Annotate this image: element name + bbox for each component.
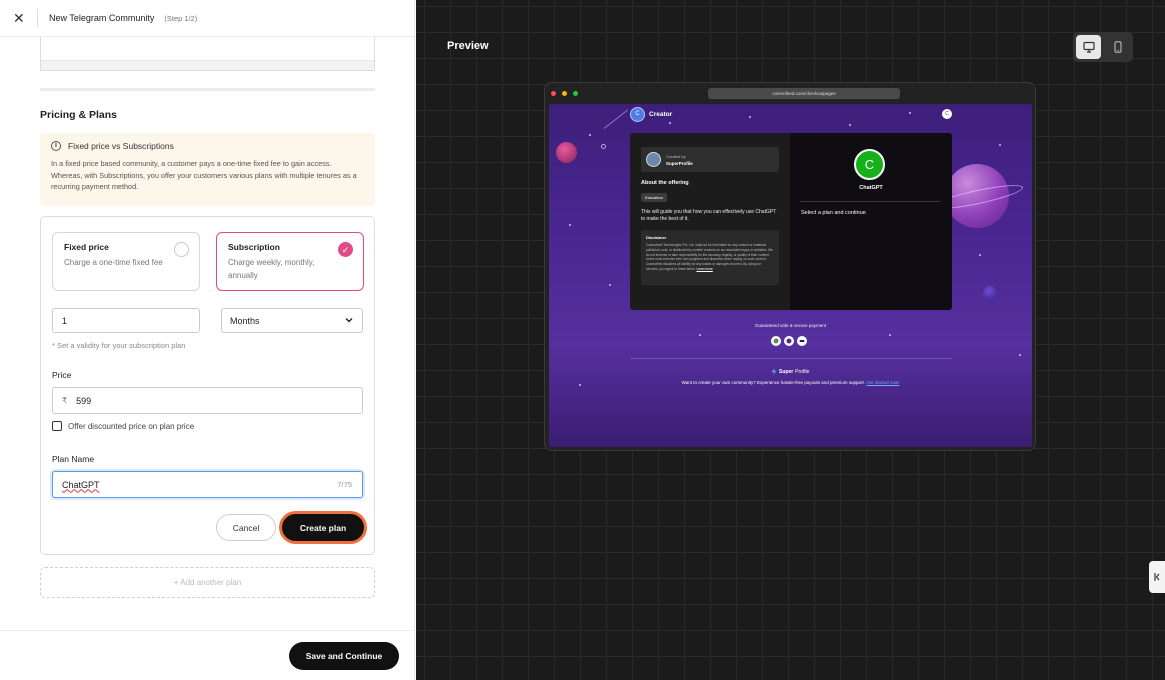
checkout-divider (800, 201, 940, 202)
validity-hint: * Set a validity for your subscription p… (52, 341, 186, 350)
plan-name-input[interactable]: ChatGPT 7/75 (52, 471, 363, 498)
info-icon: i (51, 141, 61, 151)
avatar (646, 152, 661, 167)
editor-panel: ✕ New Telegram Community (Step 1/2) Pric… (0, 0, 415, 680)
user-avatar[interactable]: C (942, 109, 952, 119)
disclaimer-title: Disclaimer (646, 235, 667, 240)
validity-unit-select[interactable]: Months (221, 308, 363, 333)
comet-illustration (601, 144, 606, 149)
browser-url: cosmofeed.com/checkoutpages (708, 88, 900, 99)
planet-illustration-dot (983, 286, 997, 300)
validity-value: 1 (62, 315, 68, 326)
close-icon[interactable]: ✕ (13, 11, 25, 25)
preview-browser-frame: cosmofeed.com/checkoutpages C Creator C … (544, 82, 1036, 451)
checkout-panel: C ChatGPT Select a plan and continue (790, 133, 952, 310)
info-title: Fixed price vs Subscriptions (68, 141, 174, 151)
topbar-divider (37, 9, 38, 27)
plan-name-counter: 7/75 (337, 480, 352, 489)
product-avatar: C (854, 149, 885, 180)
select-plan-text: Select a plan and continue (801, 210, 866, 216)
pricing-info-box: i Fixed price vs Subscriptions In a fixe… (40, 133, 375, 206)
plan-name-label: Plan Name (52, 454, 95, 464)
close-dot (551, 90, 556, 96)
get-started-link[interactable]: Get started now! (866, 380, 899, 385)
learn-more-link[interactable]: Learn more (697, 267, 713, 271)
preview-footer-divider (630, 358, 952, 359)
about-title: About the offering (641, 180, 689, 186)
disclaimer-body: Cosmofeed Technologies Pvt. Ltd. shall n… (646, 243, 773, 271)
created-by-label: Created by (666, 153, 686, 159)
fixed-price-title: Fixed price (64, 242, 109, 252)
discount-checkbox[interactable] (52, 421, 62, 431)
collapse-icon (1153, 573, 1159, 581)
validity-input[interactable]: 1 (52, 308, 200, 333)
subscription-desc: Charge weekly, monthly, annually (228, 258, 315, 280)
section-divider (40, 88, 375, 91)
fixed-price-option[interactable]: Fixed price Charge a one-time fixed fee (52, 232, 200, 291)
subscription-title: Subscription (228, 242, 280, 252)
payment-icons (771, 336, 807, 346)
preview-page: C Creator C Created by SuperProfile Abou… (549, 104, 1032, 447)
secure-payment-text: Guaranteed safe & secure payment (754, 323, 827, 328)
device-toggle (1073, 32, 1133, 62)
textarea-footer (41, 60, 374, 70)
add-another-plan-button[interactable]: + Add another plan (40, 567, 375, 598)
create-plan-button[interactable]: Create plan (282, 514, 364, 541)
editor-footer: Save and Continue (0, 630, 415, 680)
bolt-icon (771, 368, 777, 375)
preview-cta: Want to create your own community? Exper… (681, 380, 900, 385)
description-textarea[interactable] (40, 37, 375, 71)
superprofile-logo: Super Profile (771, 368, 809, 375)
price-input[interactable]: ₹ 599 (52, 387, 363, 414)
discount-checkbox-row[interactable]: Offer discounted price on plan price (52, 421, 194, 431)
page-title: New Telegram Community (49, 13, 155, 23)
save-and-continue-button[interactable]: Save and Continue (289, 642, 399, 670)
editor-scroll-area[interactable]: Pricing & Plans i Fixed price vs Subscri… (0, 37, 415, 630)
preview-panel: Preview cosmofeed.com/checkoutpages C Cr… (416, 0, 1165, 680)
validity-unit-value: Months (230, 315, 260, 326)
info-body: In a fixed price based community, a cust… (51, 159, 357, 192)
plan-editor: Fixed price Charge a one-time fixed fee … (40, 216, 375, 555)
comet-trail (603, 109, 628, 129)
creator-avatar: C (630, 107, 645, 122)
mobile-view-button[interactable] (1105, 35, 1130, 59)
subscription-option[interactable]: Subscription Charge weekly, monthly, ann… (216, 232, 364, 291)
minimize-dot (562, 90, 567, 96)
cancel-button[interactable]: Cancel (216, 514, 276, 541)
plan-name-value: ChatGPT (62, 479, 100, 490)
disclaimer-box: Disclaimer Cosmofeed Technologies Pvt. L… (641, 230, 779, 285)
desktop-icon (1082, 41, 1095, 53)
paytm-icon (797, 336, 807, 346)
gpay-icon (771, 336, 781, 346)
phonepe-icon (784, 336, 794, 346)
browser-bar: cosmofeed.com/checkoutpages (545, 83, 1035, 103)
currency-symbol: ₹ (62, 396, 68, 405)
editor-topbar: ✕ New Telegram Community (Step 1/2) (0, 0, 415, 37)
mobile-icon (1113, 41, 1122, 53)
maximize-dot (573, 90, 578, 96)
side-panel-toggle[interactable] (1149, 561, 1165, 593)
offering-card: Created by SuperProfile About the offeri… (630, 133, 952, 310)
fixed-price-radio[interactable] (174, 242, 189, 257)
offering-details: Created by SuperProfile About the offeri… (630, 133, 790, 310)
price-value: 599 (76, 395, 92, 406)
desktop-view-button[interactable] (1076, 35, 1101, 59)
preview-title: Preview (447, 40, 489, 52)
category-tag: Education (641, 193, 667, 202)
created-by-box: Created by SuperProfile (641, 147, 779, 172)
discount-label: Offer discounted price on plan price (68, 421, 195, 431)
pricing-section-title: Pricing & Plans (40, 109, 118, 121)
offering-description: This will guide you that how you can eff… (641, 209, 777, 222)
creator-name: Creator (649, 111, 673, 118)
step-indicator: (Step 1/2) (164, 13, 198, 23)
chevron-down-icon (345, 318, 353, 323)
product-name: ChatGPT (859, 185, 883, 191)
planet-illustration-small (556, 142, 577, 163)
fixed-price-desc: Charge a one-time fixed fee (64, 258, 163, 267)
price-label: Price (52, 370, 72, 380)
created-by-name: SuperProfile (666, 160, 693, 166)
check-icon[interactable]: ✓ (338, 242, 353, 257)
